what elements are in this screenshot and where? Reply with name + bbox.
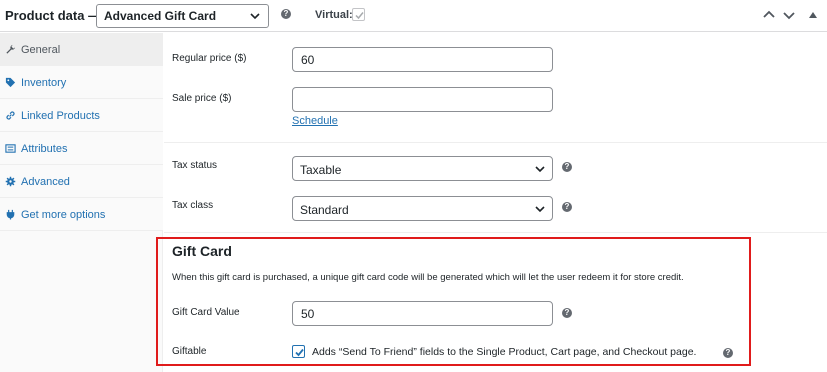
schedule-link[interactable]: Schedule — [292, 115, 338, 127]
checkmark-icon — [295, 348, 304, 357]
virtual-label: Virtual: — [315, 9, 353, 21]
link-icon — [6, 111, 15, 120]
help-icon[interactable]: ? — [562, 308, 572, 318]
wrench-icon — [6, 44, 16, 54]
sale-price-input[interactable] — [292, 87, 553, 112]
gift-card-value-input[interactable]: 50 — [292, 301, 553, 326]
regular-price-label: Regular price ($) — [172, 53, 247, 64]
plugin-icon — [6, 209, 15, 220]
tax-status-label: Tax status — [172, 160, 218, 171]
section-divider — [164, 232, 827, 233]
tab-label: Advanced — [21, 176, 70, 188]
product-data-title: Product data — — [5, 8, 102, 23]
gift-card-description: When this gift card is purchased, a uniq… — [172, 272, 684, 283]
tax-class-value: Standard — [300, 203, 349, 217]
tag-icon — [5, 77, 16, 88]
help-icon[interactable]: ? — [562, 202, 572, 212]
tab-attributes[interactable]: Attributes — [0, 132, 163, 165]
list-icon — [5, 144, 16, 153]
chevron-down-icon — [535, 166, 545, 173]
regular-price-value: 60 — [301, 53, 315, 67]
gear-icon — [5, 176, 16, 187]
collapse-toggle-icon[interactable] — [806, 8, 820, 22]
product-type-value: Advanced Gift Card — [104, 9, 217, 23]
help-icon[interactable]: ? — [281, 9, 291, 19]
product-data-tabs: General Inventory Linked Products Attrib… — [0, 33, 163, 372]
gift-card-value: 50 — [301, 307, 315, 321]
giftable-label: Giftable — [172, 346, 207, 357]
tab-general[interactable]: General — [0, 33, 163, 66]
move-up-icon[interactable] — [762, 8, 776, 22]
giftable-checkbox[interactable] — [292, 345, 305, 358]
product-type-select[interactable]: Advanced Gift Card — [96, 4, 269, 28]
move-down-icon[interactable] — [782, 8, 796, 22]
giftable-description: Adds “Send To Friend” fields to the Sing… — [312, 346, 697, 358]
gift-card-title: Gift Card — [172, 243, 232, 259]
tax-status-select[interactable]: Taxable — [292, 156, 553, 181]
tab-label: Get more options — [21, 209, 106, 221]
tab-label: Linked Products — [21, 110, 100, 122]
chevron-down-icon — [250, 13, 260, 20]
tax-class-select[interactable]: Standard — [292, 196, 553, 221]
tab-get-more-options[interactable]: Get more options — [0, 198, 163, 231]
help-icon[interactable]: ? — [723, 348, 733, 358]
tab-label: Inventory — [21, 77, 67, 89]
tab-linked-products[interactable]: Linked Products — [0, 99, 163, 132]
product-data-header: Product data — Advanced Gift Card ? Virt… — [0, 0, 827, 32]
sale-price-label: Sale price ($) — [172, 93, 232, 104]
section-divider — [164, 142, 827, 143]
help-icon[interactable]: ? — [562, 162, 572, 172]
tax-class-label: Tax class — [172, 200, 214, 211]
tax-status-value: Taxable — [300, 163, 342, 177]
tab-label: Attributes — [21, 143, 68, 155]
tab-label: General — [21, 44, 61, 56]
checkmark-icon — [355, 12, 364, 20]
regular-price-input[interactable]: 60 — [292, 47, 553, 72]
gift-card-value-label: Gift Card Value — [172, 307, 240, 318]
tab-advanced[interactable]: Advanced — [0, 165, 163, 198]
tab-inventory[interactable]: Inventory — [0, 66, 163, 99]
virtual-checkbox[interactable] — [352, 8, 365, 21]
chevron-down-icon — [535, 206, 545, 213]
